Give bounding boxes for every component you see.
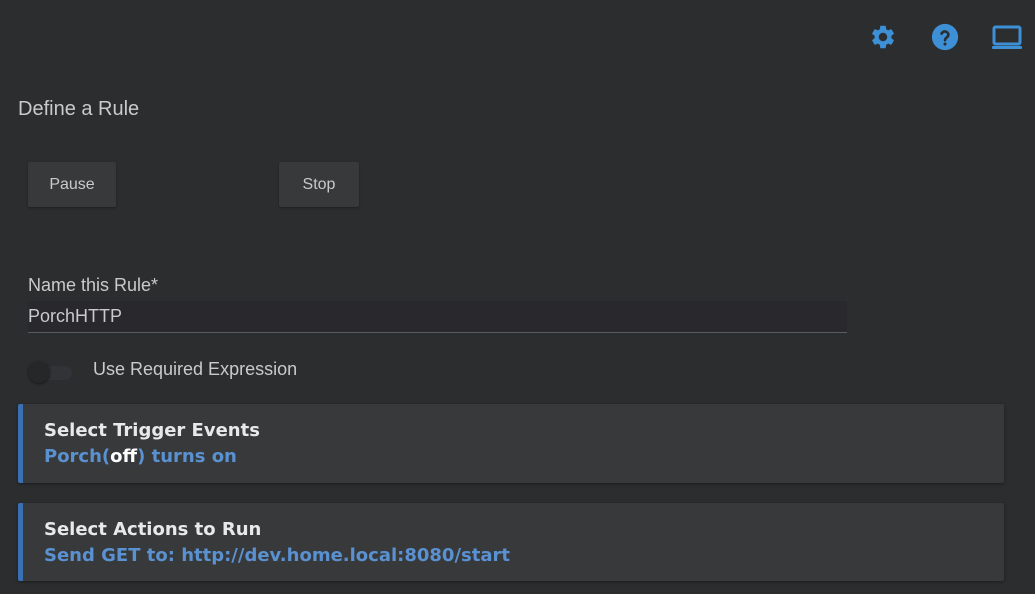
trigger-events-card[interactable]: Select Trigger Events Porch(off) turns o…: [18, 404, 1004, 483]
page-title: Define a Rule: [18, 98, 140, 120]
toggle-thumb: [28, 361, 50, 383]
pause-button[interactable]: Pause: [28, 162, 116, 207]
actions-title: Select Actions to Run: [44, 519, 262, 540]
gear-icon[interactable]: [867, 22, 899, 52]
required-expression-label: Use Required Expression: [93, 359, 298, 379]
trigger-events-summary: Porch(off) turns on: [44, 446, 237, 467]
actions-card[interactable]: Select Actions to Run Send GET to: http:…: [18, 503, 1004, 581]
rule-name-input[interactable]: [28, 301, 847, 333]
trigger-events-title: Select Trigger Events: [44, 420, 260, 441]
rule-editor-page: Define a Rule Pause Stop Name this Rule*…: [0, 0, 1035, 594]
trigger-device-state: off: [110, 446, 138, 467]
top-toolbar: [867, 22, 1023, 52]
required-expression-toggle[interactable]: [28, 361, 74, 383]
laptop-icon[interactable]: [991, 22, 1023, 52]
stop-button[interactable]: Stop: [279, 162, 359, 207]
actions-summary: Send GET to: http://dev.home.local:8080/…: [44, 545, 510, 566]
help-icon[interactable]: [929, 22, 961, 52]
trigger-device: Porch(: [44, 446, 111, 467]
rule-name-label: Name this Rule*: [28, 275, 159, 295]
trigger-condition: ) turns on: [137, 446, 237, 467]
